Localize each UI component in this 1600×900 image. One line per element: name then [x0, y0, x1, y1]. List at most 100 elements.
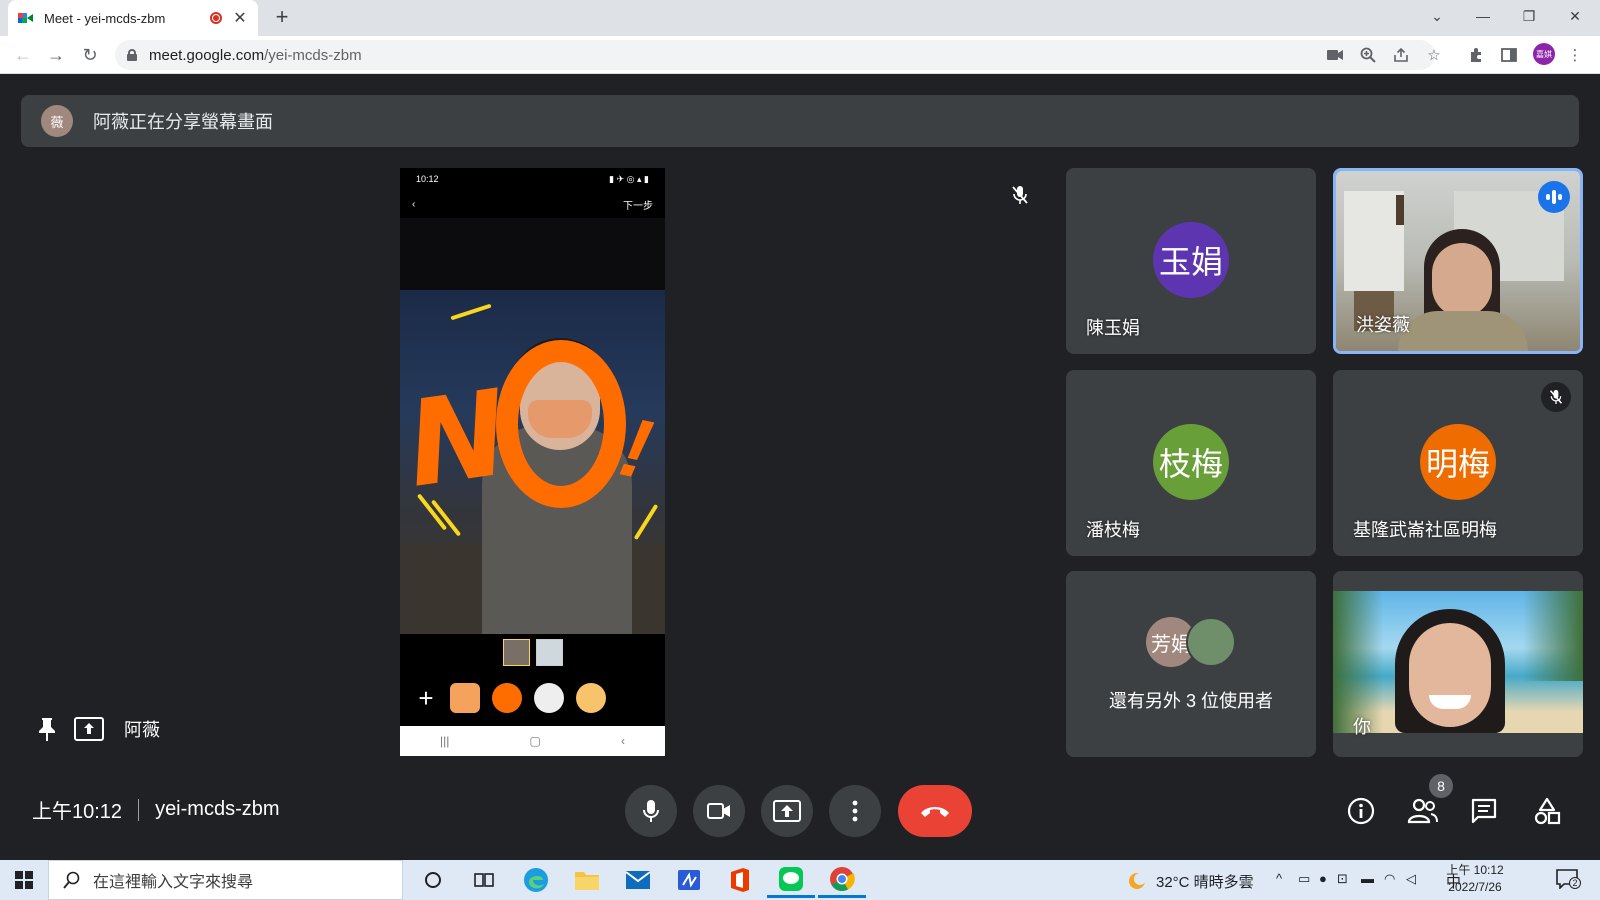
wifi-icon[interactable]: ◠ [1384, 871, 1395, 887]
share-icon[interactable] [1389, 43, 1413, 67]
reload-button[interactable]: ↻ [77, 42, 103, 68]
weather-icon[interactable] [1126, 870, 1148, 892]
phone-sticker [492, 683, 522, 713]
presenter-mic-off-icon [1008, 183, 1032, 207]
presentation-banner: 薇 阿薇正在分享螢幕畫面 [21, 95, 1579, 147]
office-icon[interactable] [716, 862, 764, 898]
taskbar-search-box[interactable]: 在這裡輸入文字來搜尋 [48, 860, 403, 900]
phone-thumbnail [502, 638, 530, 666]
notification-count: 2 [1569, 877, 1581, 889]
volume-icon[interactable]: ◁ [1406, 871, 1416, 887]
pin-icon[interactable] [36, 716, 58, 742]
phone-thumbnails [400, 634, 665, 670]
taskbar-clock[interactable]: 上午 10:12 2022/7/26 [1420, 862, 1530, 896]
participant-avatar: 枝梅 [1153, 424, 1229, 500]
browser-menu-icon[interactable]: ⋮ [1563, 43, 1587, 67]
phone-sticker [534, 683, 564, 713]
microphone-button[interactable] [625, 785, 677, 837]
edge-icon[interactable] [512, 862, 560, 898]
windows-logo-icon [15, 871, 33, 889]
shared-screen: 10:12 ▮ ✈ ◎ ▴ ▮ ‹ 下一步 N ! + ||| ▢ ‹ [400, 168, 665, 756]
phone-home-icon: ▢ [529, 734, 541, 748]
present-now-button[interactable] [761, 785, 813, 837]
phone-nav-bar: ||| ▢ ‹ [400, 726, 665, 756]
sticker-n-shape: N [400, 364, 510, 514]
meeting-details-button[interactable] [1343, 793, 1379, 829]
address-bar[interactable]: meet.google.com/yei-mcds-zbm [115, 40, 1435, 70]
presentation-icon [74, 717, 104, 741]
back-button[interactable]: ← [10, 42, 36, 68]
meeting-code: yei-mcds-zbm [155, 798, 280, 820]
phone-recents-icon: ||| [440, 734, 450, 748]
phone-status-bar: 10:12 ▮ ✈ ◎ ▴ ▮ [400, 168, 665, 190]
bookmark-star-icon[interactable]: ☆ [1422, 43, 1446, 67]
whiteboard-app-icon[interactable] [665, 862, 713, 898]
phone-dark-area [400, 218, 665, 290]
leave-call-button[interactable] [898, 785, 972, 837]
present-screen-icon [773, 800, 801, 822]
phone-sticker [450, 683, 480, 713]
phone-add-icon: + [418, 682, 434, 713]
participant-avatar: 玉娟 [1153, 222, 1229, 298]
participant-name: 基隆武崙社區明梅 [1353, 520, 1497, 540]
side-panel-icon[interactable] [1497, 43, 1521, 67]
cortana-icon[interactable] [409, 862, 457, 898]
self-tile[interactable]: 你 [1333, 571, 1583, 757]
show-hidden-icons[interactable]: ^ [1276, 871, 1282, 886]
battery-icon[interactable]: ▬ [1361, 871, 1374, 886]
more-options-button[interactable] [829, 785, 881, 837]
phone-top-bar: ‹ 下一步 [400, 190, 665, 218]
participant-count-badge: 8 [1429, 774, 1453, 798]
participant-tile-active-speaker[interactable]: 洪姿薇 [1333, 168, 1583, 354]
restore-button[interactable]: ❐ [1506, 0, 1552, 32]
weather-text: 32°C 晴時多雲 [1156, 874, 1254, 891]
camera-in-use-icon[interactable] [1323, 43, 1347, 67]
more-vertical-icon [852, 800, 858, 822]
meeting-info: 上午10:12 yei-mcds-zbm [32, 795, 280, 824]
taskbar-search-placeholder: 在這裡輸入文字來搜尋 [93, 874, 254, 891]
activities-shapes-icon [1534, 797, 1561, 825]
mail-icon[interactable] [614, 862, 662, 898]
start-button[interactable] [0, 860, 48, 900]
participants-button[interactable] [1405, 793, 1441, 829]
recording-icon [210, 12, 222, 24]
line-app-icon[interactable] [767, 862, 815, 898]
task-view-icon[interactable] [460, 862, 508, 898]
chrome-icon[interactable] [818, 862, 866, 898]
phone-photo: N ! [400, 290, 665, 634]
participant-tile[interactable]: 枝梅 潘枝梅 [1066, 370, 1316, 556]
sticker-o-shape [496, 340, 626, 508]
microphone-icon [643, 800, 659, 822]
url-text: meet.google.com/yei-mcds-zbm [149, 46, 362, 64]
close-window-button[interactable]: ✕ [1552, 0, 1598, 32]
phone-status-icons: ▮ ✈ ◎ ▴ ▮ [609, 173, 649, 184]
mic-off-icon [1541, 382, 1571, 412]
microphone-tray-icon[interactable]: ● [1319, 871, 1327, 886]
browser-tab-meet[interactable]: Meet - yei-mcds-zbm ✕ [8, 0, 258, 36]
display-tray-icon[interactable]: ⊡ [1337, 871, 1348, 887]
minimize-button[interactable]: — [1460, 0, 1506, 32]
close-tab-icon[interactable]: ✕ [232, 8, 248, 28]
zoom-icon[interactable] [1356, 43, 1380, 67]
onedrive-status-icon[interactable]: ▭ [1298, 871, 1310, 887]
phone-sticker [576, 683, 606, 713]
notification-center-icon[interactable]: 2 [1556, 869, 1581, 891]
chat-button[interactable] [1466, 793, 1502, 829]
participant-name: 洪姿薇 [1356, 315, 1410, 335]
presentation-banner-text: 阿薇正在分享螢幕畫面 [93, 112, 273, 132]
tab-search-icon[interactable]: ⌄ [1414, 0, 1460, 32]
self-video [1333, 591, 1583, 733]
file-explorer-icon[interactable] [563, 862, 611, 898]
others-tile[interactable]: 芳娟 還有另外 3 位使用者 [1066, 571, 1316, 757]
extensions-icon[interactable] [1464, 43, 1488, 67]
activities-button[interactable] [1529, 793, 1565, 829]
phone-thumbnail [535, 638, 563, 666]
participant-tile[interactable]: 明梅 基隆武崙社區明梅 [1333, 370, 1583, 556]
participant-name: 陳玉娟 [1086, 318, 1140, 338]
camera-button[interactable] [693, 785, 745, 837]
forward-button[interactable]: → [43, 42, 69, 68]
new-tab-button[interactable]: + [270, 6, 294, 30]
lock-icon [127, 49, 137, 61]
participant-tile[interactable]: 玉娟 陳玉娟 [1066, 168, 1316, 354]
profile-avatar[interactable]: 嘉娸 [1533, 43, 1555, 65]
